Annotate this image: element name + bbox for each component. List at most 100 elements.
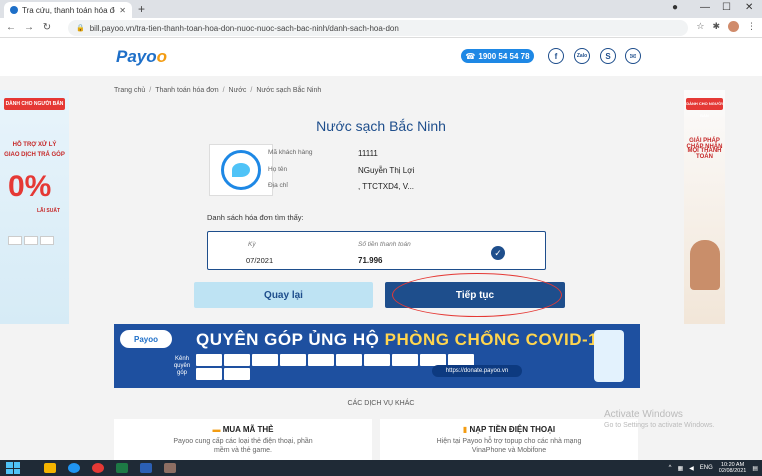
app-icon[interactable]: [68, 463, 80, 473]
ad-tag: DÀNH CHO NGƯỜI BÁN: [686, 98, 723, 118]
tray-chevron-icon[interactable]: ^: [669, 465, 672, 471]
word-icon[interactable]: [140, 463, 152, 473]
phone-icon: ☎: [465, 51, 476, 61]
phone-topup-icon: ▮: [462, 425, 468, 434]
new-tab-icon[interactable]: +: [138, 2, 145, 16]
facebook-icon[interactable]: f: [548, 48, 564, 64]
back-arrow-icon[interactable]: ←: [4, 22, 18, 33]
service-desc: Payoo cung cấp các loại thẻ điện thoại, …: [173, 438, 313, 454]
selected-check-icon[interactable]: ✓: [491, 246, 505, 260]
breadcrumb-bill-payment[interactable]: Thanh toán hóa đơn: [155, 87, 218, 94]
windows-start-icon[interactable]: [6, 462, 20, 474]
service-desc: Hiện tại Payoo hỗ trợ topup cho các nhà …: [436, 438, 582, 454]
breadcrumb-separator: /: [149, 87, 152, 94]
ad-interest: LÃI SUẤT: [36, 208, 61, 214]
partner-logo: [392, 354, 418, 366]
skype-icon[interactable]: S: [600, 48, 616, 64]
card-icon: ▬: [212, 425, 221, 434]
service-title: ▮ NẠP TIỀN ĐIỆN THOẠI: [380, 425, 638, 434]
maximize-icon[interactable]: ☐: [722, 2, 731, 13]
network-icon[interactable]: ▦: [677, 465, 683, 472]
service-card-topup[interactable]: ▮ NẠP TIỀN ĐIỆN THOẠI Hiện tại Payoo hỗ …: [380, 419, 638, 460]
forward-arrow-icon[interactable]: →: [22, 22, 36, 33]
service-card-buy-card[interactable]: ▬ MUA MÃ THẺ Payoo cung cấp các loại thẻ…: [114, 419, 372, 460]
tab-search-icon[interactable]: ●: [672, 2, 678, 13]
payoo-logo[interactable]: Payoo: [116, 47, 167, 67]
hotline-number: 1900 54 54 78: [478, 51, 530, 61]
app-icon[interactable]: [164, 463, 176, 473]
amount-value: 71.996: [358, 256, 383, 265]
service-title-text: MUA MÃ THẺ: [222, 425, 274, 434]
banner-bottle-image: [594, 330, 624, 382]
chrome-icon[interactable]: [92, 463, 104, 473]
bookmark-star-icon[interactable]: ☆: [696, 21, 704, 32]
ad-zero-percent: 0%: [8, 170, 52, 203]
browser-menu-icon[interactable]: ⋮: [747, 21, 756, 32]
browser-tab[interactable]: Tra cứu, thanh toán hóa đơn, tra ✕: [4, 2, 132, 18]
partner-logo: [308, 354, 334, 366]
banner-title: QUYÊN GÓP ỦNG HỘ PHÒNG CHỐNG COVID-19: [196, 330, 608, 350]
volume-icon[interactable]: ◀: [689, 465, 694, 472]
ad-line1: HỖ TRỢ XỬ LÝ: [12, 142, 57, 148]
period-label: Kỳ: [248, 241, 256, 248]
covid-donation-banner[interactable]: Payoo Kênh quyên góp QUYÊN GÓP ỦNG HỘ PH…: [114, 324, 640, 388]
extensions-puzzle-icon[interactable]: ✱: [712, 21, 720, 32]
bill-item[interactable]: Kỳ 07/2021 Số tiền thanh toán 71.996 ✓: [207, 231, 546, 270]
amount-label: Số tiền thanh toán: [358, 241, 411, 248]
email-icon[interactable]: ✉: [625, 48, 641, 64]
partner-logo: [196, 354, 222, 366]
ad-person-image: [690, 240, 720, 290]
banner-title-part2: PHÒNG CHỐNG COVID-19: [384, 330, 609, 349]
partner-logo: [224, 368, 250, 380]
window-close-icon[interactable]: ✕: [745, 2, 753, 13]
tab-close-icon[interactable]: ✕: [119, 6, 126, 15]
url-bar[interactable]: 🔒 bill.payoo.vn/tra-tien-thanh-toan-hoa-…: [68, 20, 688, 36]
bill-list-label: Danh sách hóa đơn tìm thấy:: [207, 213, 304, 222]
banner-side-text: Kênh quyên góp: [173, 356, 191, 376]
watermark-line1: Activate Windows: [604, 409, 683, 420]
provider-logo-box: [209, 144, 273, 196]
payoo-favicon-icon: [10, 6, 18, 14]
partner-logo: [224, 354, 250, 366]
partner-logo: [280, 354, 306, 366]
customer-name-value: NGuyễn Thị Lợi: [358, 166, 415, 175]
breadcrumb-current: Nước sạch Bắc Ninh: [256, 87, 322, 94]
card-logos: [8, 236, 54, 245]
ad-line2: GIAO DỊCH TRẢ GÓP: [4, 152, 65, 158]
file-explorer-icon[interactable]: [44, 463, 56, 473]
breadcrumb-separator: /: [250, 87, 253, 94]
partner-logo: [364, 354, 390, 366]
banner-payoo-logo: Payoo: [120, 330, 172, 348]
lock-icon: 🔒: [76, 25, 85, 32]
clock-date: 02/08/2021: [718, 468, 747, 474]
language-indicator[interactable]: ENG: [700, 465, 713, 471]
reload-icon[interactable]: ↻: [40, 22, 54, 33]
system-tray: ^ ▦ ◀ ENG 10:20 AM 02/08/2021 ▤: [669, 460, 758, 476]
customer-name-label: Họ tên: [268, 166, 288, 173]
logo-text: Payo: [116, 47, 157, 66]
hotline-button[interactable]: ☎ 1900 54 54 78: [461, 49, 534, 63]
zalo-icon[interactable]: Zalo: [574, 48, 590, 64]
customer-address-label: Địa chỉ: [268, 182, 288, 189]
breadcrumb-home[interactable]: Trang chủ: [114, 87, 145, 94]
notifications-icon[interactable]: ▤: [752, 465, 758, 472]
browser-tabbar: Tra cứu, thanh toán hóa đơn, tra ✕ + ● —…: [0, 0, 762, 18]
mastercard-icon: [24, 236, 38, 245]
partner-logo: [252, 354, 278, 366]
customer-code-value: 11111: [358, 149, 378, 158]
clock[interactable]: 10:20 AM 02/08/2021: [719, 462, 747, 474]
excel-icon[interactable]: [116, 463, 128, 473]
minimize-icon[interactable]: —: [700, 2, 710, 13]
back-button[interactable]: Quay lại: [194, 282, 373, 308]
other-services-title: CÁC DỊCH VỤ KHÁC: [347, 400, 415, 407]
profile-avatar[interactable]: [728, 21, 739, 32]
banner-url[interactable]: https://donate.payoo.vn: [432, 365, 522, 377]
windows-activation-watermark: Activate Windows Go to Settings to activ…: [604, 409, 715, 429]
breadcrumb-water[interactable]: Nước: [229, 87, 247, 94]
visa-icon: [8, 236, 22, 245]
period-value: 07/2021: [246, 256, 274, 265]
provider-logo-icon: [221, 150, 261, 190]
ad-tag: DÀNH CHO NGƯỜI BÁN: [4, 98, 65, 110]
url-text: bill.payoo.vn/tra-tien-thanh-toan-hoa-do…: [89, 23, 399, 33]
breadcrumb: Trang chủ / Thanh toán hóa đơn / Nước / …: [114, 87, 321, 94]
